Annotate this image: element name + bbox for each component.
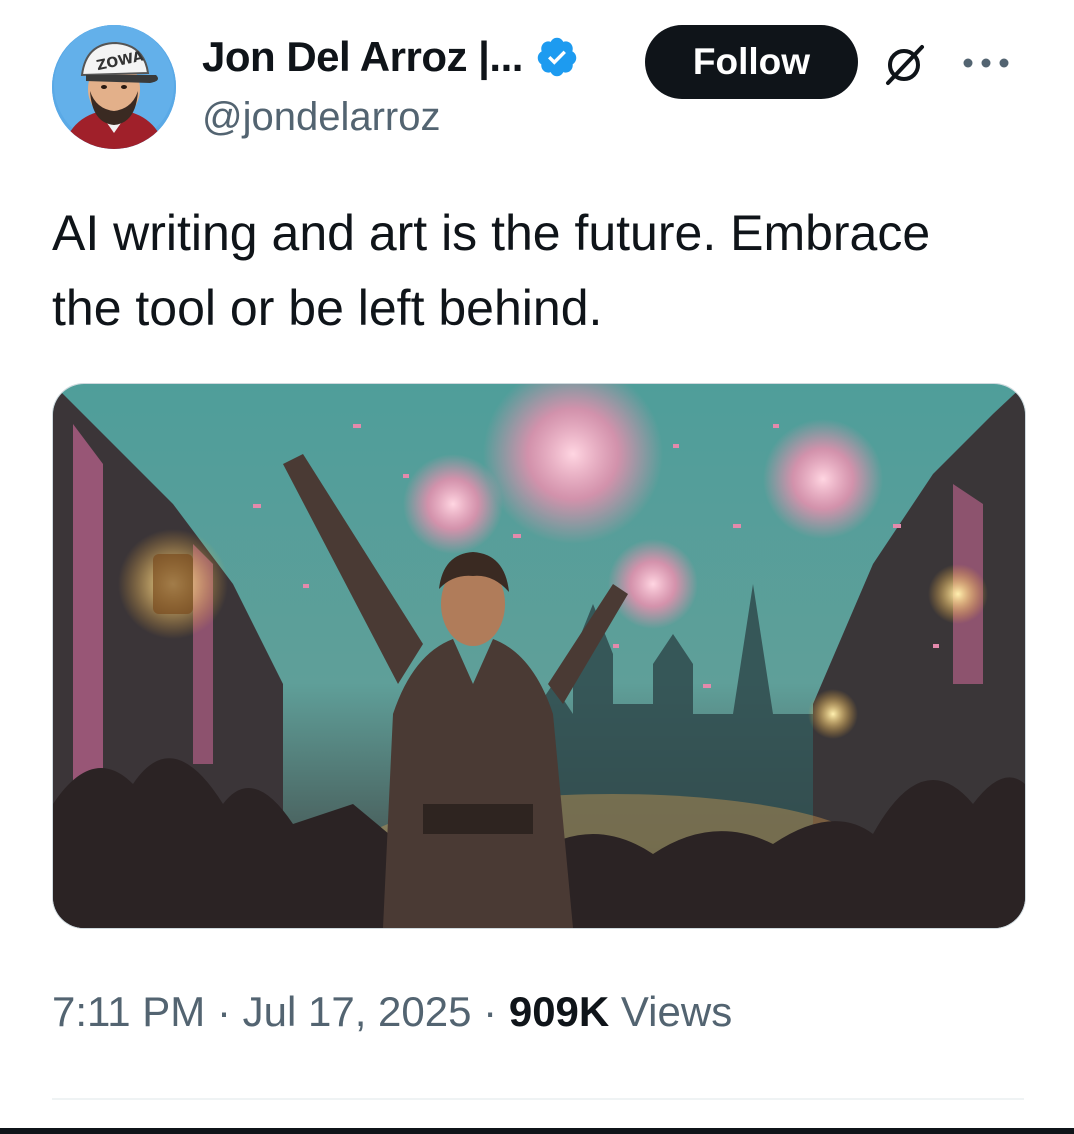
tweet-meta: 7:11 PM · Jul 17, 2025 · 909K Views (52, 988, 732, 1036)
views-count: 909K (508, 988, 610, 1035)
divider (52, 1098, 1024, 1100)
verified-badge-icon (535, 35, 579, 79)
grok-icon[interactable] (882, 43, 926, 87)
author-display-name[interactable]: Jon Del Arroz |... (202, 33, 523, 81)
tweet-text-line-1: AI writing and art is the future. Embrac… (52, 205, 931, 261)
meta-separator: · (483, 988, 498, 1035)
author-name-row[interactable]: Jon Del Arroz |... (202, 33, 579, 81)
avatar[interactable]: ZOWA (52, 25, 176, 149)
bottom-edge-bar (0, 1128, 1074, 1134)
views-label: Views (620, 988, 733, 1035)
tweet-text: AI writing and art is the future. Embrac… (52, 196, 1032, 346)
tweet-media-image[interactable] (52, 383, 1026, 929)
tweet-date[interactable]: Jul 17, 2025 (243, 988, 472, 1035)
more-horizontal-icon[interactable] (958, 43, 1014, 83)
tweet-header: ZOWA Jon Del Arroz |... @jondelarroz Fol… (52, 25, 1052, 155)
author-handle[interactable]: @jondelarroz (202, 95, 441, 140)
tweet-text-line-2: the tool or be left behind. (52, 280, 603, 336)
meta-separator: · (216, 988, 231, 1035)
tweet-time[interactable]: 7:11 PM (52, 988, 205, 1035)
follow-button[interactable]: Follow (645, 25, 858, 99)
